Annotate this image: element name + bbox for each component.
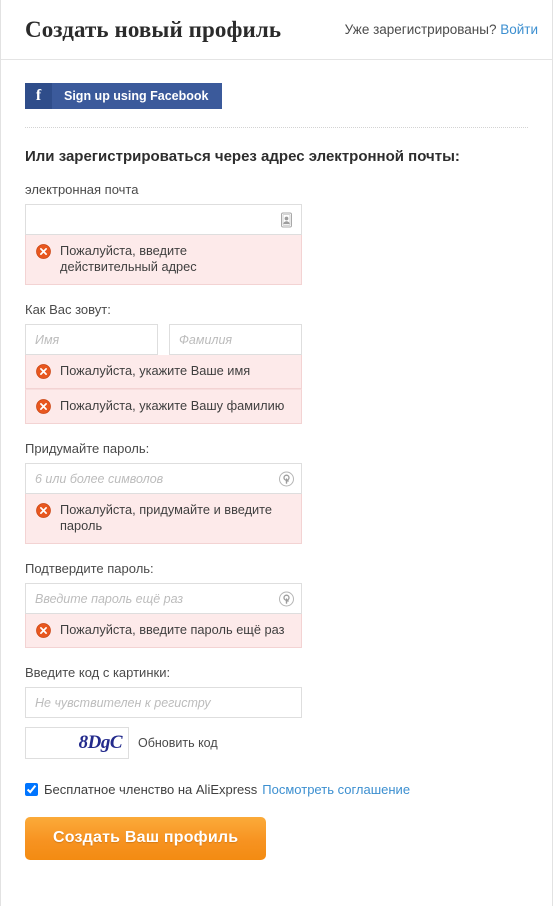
confirm-password-label: Подтвердите пароль: [25, 561, 154, 576]
confirm-password-error-text: Пожалуйста, введите пароль ещё раз [60, 622, 285, 637]
name-label: Как Вас зовут: [25, 302, 111, 317]
agreement-checkbox[interactable] [25, 783, 38, 796]
confirm-password-field-block: Подтвердите пароль: Введите пароль ещё р… [25, 544, 528, 648]
agreement-link[interactable]: Посмотреть соглашение [262, 782, 410, 797]
error-circle-icon [36, 364, 51, 379]
first-name-error-text: Пожалуйста, укажите Ваше имя [60, 363, 251, 378]
login-prompt-text: Уже зарегистрированы? [344, 21, 497, 37]
password-error: Пожалуйста, придумайте и введите пароль [25, 494, 302, 544]
email-error: Пожалуйста, введите действительный адрес [25, 235, 302, 285]
captcha-field-block: Введите код с картинки: 8DgC Обновить ко… [25, 648, 528, 759]
last-name-input-wrap [169, 324, 302, 355]
social-signup-row: f Sign up using Facebook [25, 60, 528, 109]
page-header: Создать новый профиль Уже зарегистрирова… [1, 0, 552, 60]
facebook-signup-label: Sign up using Facebook [64, 89, 209, 103]
last-name-input[interactable] [169, 324, 302, 355]
email-label: электронная почта [25, 182, 139, 197]
error-circle-icon [36, 503, 51, 518]
registration-page: Создать новый профиль Уже зарегистрирова… [0, 0, 553, 906]
email-input[interactable] [25, 204, 302, 235]
login-link[interactable]: Войти [500, 22, 538, 37]
first-name-error: Пожалуйста, укажите Ваше имя [25, 355, 302, 389]
email-error-text: Пожалуйста, введите действительный адрес [60, 243, 197, 274]
facebook-signup-button[interactable]: f Sign up using Facebook [25, 83, 223, 109]
name-field-block: Как Вас зовут: Пожалуйста, укажите Ваше … [25, 285, 528, 424]
create-profile-button[interactable]: Создать Ваш профиль [25, 817, 267, 860]
email-field-block: электронная почта Пожалуйста, введите де… [25, 165, 528, 285]
last-name-error: Пожалуйста, укажите Вашу фамилию [25, 389, 302, 424]
login-prompt: Уже зарегистрированы? Войти [345, 22, 538, 38]
name-input-row [25, 324, 528, 355]
confirm-password-input[interactable] [25, 583, 302, 614]
page-title: Создать новый профиль [25, 16, 282, 42]
error-circle-icon [36, 623, 51, 638]
registration-content: f Sign up using Facebook Или зарегистрир… [1, 60, 552, 860]
password-field-block: Придумайте пароль: 6 или более символов … [25, 424, 528, 544]
captcha-label: Введите код с картинки: [25, 665, 171, 680]
captcha-code-row: 8DgC Обновить код [25, 727, 528, 759]
captcha-input[interactable] [25, 687, 302, 718]
last-name-error-text: Пожалуйста, укажите Вашу фамилию [60, 398, 285, 413]
captcha-image: 8DgC [25, 727, 129, 759]
first-name-input-wrap [25, 324, 158, 355]
email-input-wrap [25, 204, 302, 235]
password-error-text: Пожалуйста, придумайте и введите пароль [60, 502, 273, 533]
facebook-icon: f [25, 83, 52, 109]
confirm-password-error: Пожалуйста, введите пароль ещё раз [25, 614, 302, 648]
password-input-wrap [25, 463, 302, 494]
captcha-input-wrap [25, 687, 302, 718]
agreement-text: Бесплатное членство на AliExpress [44, 782, 258, 797]
agreement-row: Бесплатное членство на AliExpress Посмот… [25, 782, 528, 797]
password-label: Придумайте пароль: [25, 441, 150, 456]
error-circle-icon [36, 244, 51, 259]
captcha-code-text: 8DgC [78, 732, 123, 753]
email-signup-heading: Или зарегистрироваться через адрес элект… [25, 148, 460, 165]
confirm-password-input-wrap [25, 583, 302, 614]
password-input[interactable] [25, 463, 302, 494]
refresh-captcha-link[interactable]: Обновить код [138, 736, 218, 750]
error-circle-icon [36, 399, 51, 414]
submit-row: Создать Ваш профиль [25, 817, 528, 860]
first-name-input[interactable] [25, 324, 158, 355]
